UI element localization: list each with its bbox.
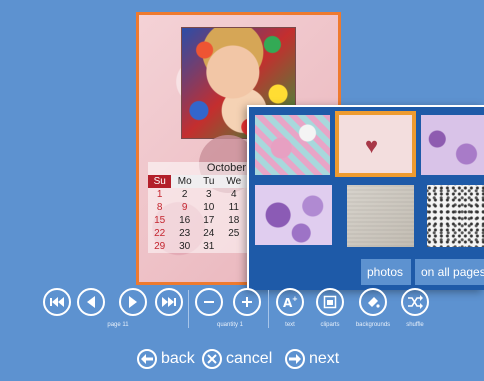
on-all-pages-button[interactable]: on all pages — [415, 259, 484, 285]
weekday-header: We — [219, 175, 248, 188]
paint-bucket-icon — [368, 297, 380, 308]
shuffle-label: shuffle — [406, 322, 424, 328]
toolbar-divider — [188, 290, 189, 328]
calendar-day: 8 — [156, 202, 163, 213]
backgrounds-button[interactable] — [359, 288, 387, 316]
calendar-day: 10 — [203, 202, 215, 213]
arrow-left-icon — [137, 349, 157, 369]
plus-icon — [242, 297, 252, 307]
background-thumbnail[interactable] — [427, 185, 484, 247]
last-page-button[interactable] — [155, 288, 183, 316]
calendar-day: 29 — [154, 241, 166, 252]
background-thumbnail[interactable] — [255, 115, 330, 175]
calendar-day: 22 — [154, 228, 166, 239]
increase-quantity-button[interactable] — [233, 288, 261, 316]
cancel-button[interactable]: cancel — [202, 347, 272, 371]
next-button[interactable]: next — [285, 347, 339, 371]
weekday-header: Tu — [197, 175, 220, 188]
calendar-day: 15 — [154, 215, 166, 226]
cliparts-label: cliparts — [320, 322, 340, 328]
calendar-table: Su Mo Tu We 1 2 3 4 8 9 10 11 15 16 17 1… — [148, 175, 248, 253]
skip-back-icon — [50, 297, 64, 307]
toolbar-divider — [268, 290, 269, 328]
background-thumbnail[interactable] — [347, 185, 414, 247]
minus-icon — [204, 301, 214, 303]
arrow-right-icon — [285, 349, 305, 369]
calendar-day: 23 — [179, 228, 191, 239]
calendar-day: 17 — [203, 215, 215, 226]
text-add-icon: A + — [283, 295, 298, 309]
background-thumbnail[interactable] — [255, 185, 332, 245]
heart-icon: ♥ — [365, 133, 379, 158]
calendar-day: 11 — [228, 202, 239, 213]
next-page-button[interactable] — [119, 288, 147, 316]
calendar-day: 25 — [228, 228, 240, 239]
calendar-day: 18 — [228, 215, 240, 226]
first-page-button[interactable] — [43, 288, 71, 316]
background-thumbnail[interactable] — [421, 115, 484, 175]
calendar-day: 3 — [206, 189, 212, 200]
calendar-day: 2 — [181, 189, 188, 200]
cancel-label: cancel — [226, 350, 273, 367]
weekday-header: Mo — [171, 175, 198, 188]
calendar-day: 30 — [179, 241, 191, 252]
backgrounds-label: backgrounds — [355, 322, 391, 328]
clipart-icon — [323, 295, 337, 309]
weekday-header: Su — [148, 175, 172, 188]
calendar-day — [220, 240, 248, 253]
decrease-quantity-button[interactable] — [195, 288, 223, 316]
calendar-grid: October Su Mo Tu We 1 2 3 4 8 9 10 11 15 — [148, 162, 248, 253]
calendar-day: 4 — [231, 189, 237, 200]
back-button[interactable]: back — [137, 347, 195, 371]
background-thumbnail-selected[interactable]: ♥ — [335, 111, 416, 177]
svg-text:+: + — [292, 295, 298, 303]
calendar-day: 9 — [181, 202, 188, 213]
calendar-day: 1 — [156, 189, 163, 200]
toolbar: page 11 quantity 1 A + text cliparts back… — [0, 288, 484, 334]
next-label: next — [309, 350, 340, 367]
play-right-icon — [129, 296, 137, 308]
shuffle-button[interactable] — [401, 288, 429, 316]
shuffle-icon — [408, 295, 423, 309]
calendar-day: 24 — [203, 228, 215, 239]
quantity-indicator: quantity 1 — [216, 322, 244, 328]
previous-page-button[interactable] — [77, 288, 105, 316]
skip-forward-icon — [162, 297, 176, 307]
calendar-day: 31 — [203, 241, 215, 252]
play-left-icon — [87, 296, 95, 308]
calendar-day: 16 — [179, 215, 191, 226]
background-picker-panel: ♥ photos on all pages — [247, 105, 484, 290]
add-text-button[interactable]: A + — [276, 288, 304, 316]
close-icon — [202, 349, 222, 369]
page-indicator: page 11 — [107, 322, 129, 328]
text-label: text — [285, 322, 295, 328]
back-label: back — [161, 350, 195, 367]
calendar-month: October — [148, 162, 248, 175]
photos-tab[interactable]: photos — [361, 259, 411, 285]
cliparts-button[interactable] — [316, 288, 344, 316]
